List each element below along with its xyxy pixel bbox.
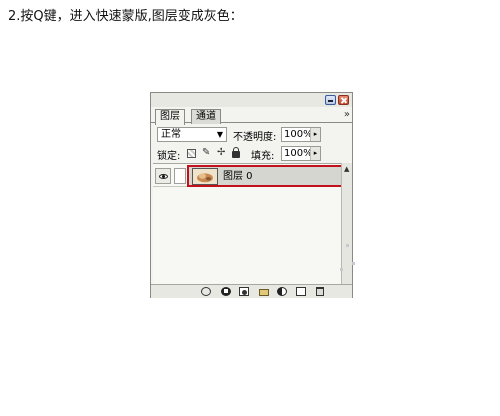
close-button[interactable] xyxy=(338,95,349,105)
lock-row: 锁定: ✎ ✢ 填充: 100% ▸ xyxy=(151,146,352,162)
panel-menu-icon[interactable]: » xyxy=(344,109,350,120)
layer-link-cell[interactable] xyxy=(174,168,186,184)
lock-paint-icon[interactable]: ✎ xyxy=(202,147,210,158)
noise-speck xyxy=(346,244,349,247)
new-layer-icon[interactable] xyxy=(296,287,306,296)
lock-transparency-icon[interactable] xyxy=(187,149,196,158)
opacity-input[interactable]: 100% ▸ xyxy=(281,127,321,142)
layer-scrollbar[interactable]: ▲ xyxy=(341,163,352,284)
opacity-label: 不透明度: xyxy=(233,132,277,143)
layer-name: 图层 0 xyxy=(223,171,253,182)
adjustment-layer-icon[interactable] xyxy=(277,287,287,296)
trash-icon[interactable] xyxy=(316,287,324,296)
thumbnail-image-icon xyxy=(193,169,217,184)
scroll-up-icon[interactable]: ▲ xyxy=(344,165,349,173)
layer-list: 图层 0 xyxy=(153,163,351,284)
layer-selection-highlight[interactable]: 图层 0 xyxy=(187,165,351,187)
noise-speck xyxy=(340,268,343,271)
fill-value: 100% xyxy=(284,148,313,159)
minimize-button[interactable] xyxy=(325,95,336,105)
lock-all-icon[interactable] xyxy=(232,147,240,158)
blend-row: 正常 ▼ 不透明度: 100% ▸ xyxy=(151,127,352,143)
layers-panel: 图层 通道 » 正常 ▼ 不透明度: 100% ▸ 锁定: ✎ ✢ 填充: 10… xyxy=(150,92,353,298)
lock-label: 锁定: xyxy=(157,151,181,162)
tab-layers[interactable]: 图层 xyxy=(155,109,185,125)
blend-mode-value: 正常 xyxy=(161,129,181,140)
panel-bottom-toolbar xyxy=(151,284,352,298)
visibility-toggle[interactable] xyxy=(155,168,171,184)
opacity-stepper-icon[interactable]: ▸ xyxy=(310,128,320,141)
tab-channels[interactable]: 通道 xyxy=(191,109,221,124)
fill-label: 填充: xyxy=(251,151,275,162)
link-layers-icon[interactable] xyxy=(201,287,211,296)
panel-titlebar xyxy=(151,93,352,107)
lock-move-icon[interactable]: ✢ xyxy=(217,147,225,158)
layer-row[interactable]: 图层 0 xyxy=(153,165,351,187)
fill-input[interactable]: 100% ▸ xyxy=(281,146,321,161)
eye-icon xyxy=(159,174,168,179)
layer-mask-icon[interactable] xyxy=(239,287,249,296)
new-group-icon[interactable] xyxy=(259,289,269,296)
fill-stepper-icon[interactable]: ▸ xyxy=(310,147,320,160)
blend-mode-select[interactable]: 正常 ▼ xyxy=(157,127,227,142)
layer-thumbnail xyxy=(192,168,218,185)
opacity-value: 100% xyxy=(284,129,313,140)
instruction-text: 2.按Q键，进入快速蒙版,图层变成灰色： xyxy=(8,9,243,24)
chevron-down-icon: ▼ xyxy=(216,130,223,139)
layer-style-icon[interactable] xyxy=(221,287,231,296)
noise-speck xyxy=(352,262,355,265)
panel-tabs: 图层 通道 xyxy=(151,107,352,125)
